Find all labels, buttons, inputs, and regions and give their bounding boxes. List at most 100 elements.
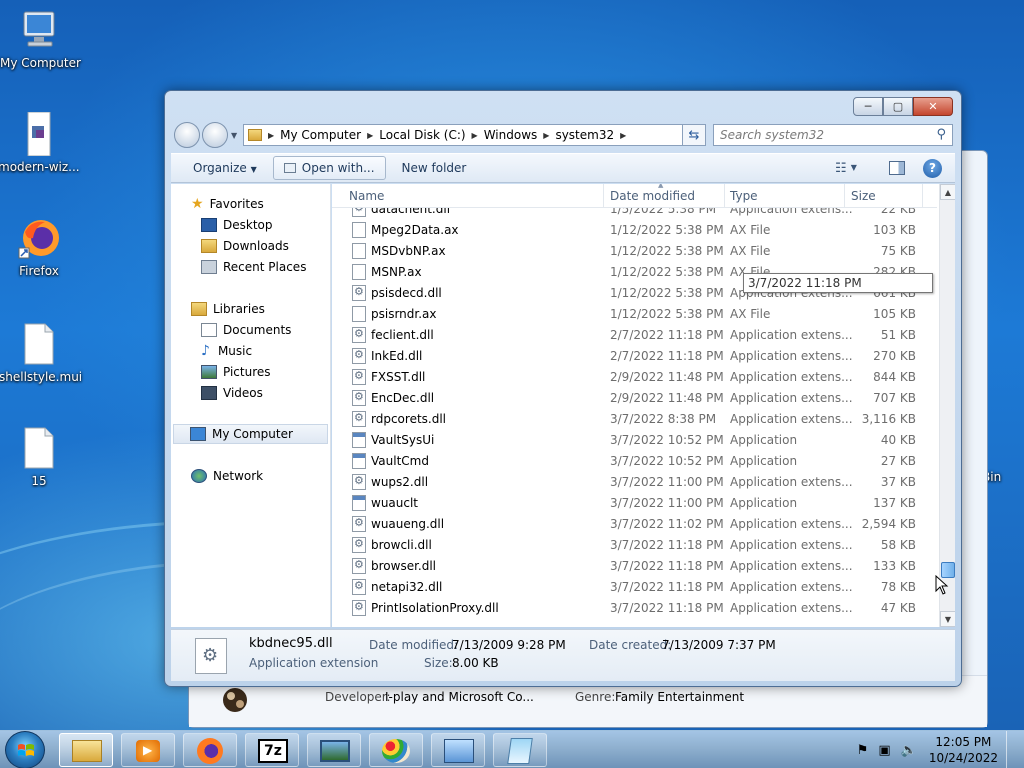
desktop-icon-shellstyle[interactable]: shellstyle.mui xyxy=(0,322,82,384)
command-bar: Organize ▼ Open with... New folder ☷ ▼ ? xyxy=(171,153,955,183)
photo-viewer-icon xyxy=(320,740,350,762)
table-row[interactable]: browcli.dll 3/7/2022 11:18 PM Application … xyxy=(332,535,937,556)
dll-file-icon xyxy=(352,516,366,532)
column-name[interactable]: Name xyxy=(349,189,384,203)
firefox-icon xyxy=(197,738,223,764)
table-row[interactable]: browser.dll 3/7/2022 11:18 PM Application … xyxy=(332,556,937,577)
taskbar-media-player-button[interactable]: ▶ xyxy=(121,733,175,767)
table-row[interactable]: wuaueng.dll 3/7/2022 11:02 PM Application … xyxy=(332,514,937,535)
table-row[interactable]: PrintIsolationProxy.dll 3/7/2022 11:18 PM… xyxy=(332,598,937,619)
file-date-modified: 1/12/2022 5:38 PM xyxy=(610,265,724,279)
taskbar-explorer-button[interactable] xyxy=(59,733,113,767)
recent-pages-chevron-icon[interactable]: ▼ xyxy=(231,131,237,140)
date-modified-label: Date modified: xyxy=(369,638,459,652)
close-button[interactable]: ✕ xyxy=(913,97,953,116)
table-row[interactable]: InkEd.dll 2/7/2022 11:18 PM Application ex… xyxy=(332,346,937,367)
nav-recent-places[interactable]: Recent Places xyxy=(201,257,306,277)
start-button[interactable] xyxy=(5,731,45,768)
nav-downloads[interactable]: Downloads xyxy=(201,236,289,256)
nav-videos[interactable]: Videos xyxy=(201,383,263,403)
taskbar-paint-button[interactable] xyxy=(369,733,423,767)
preview-pane-icon[interactable] xyxy=(889,161,905,175)
desktop-icon-15[interactable]: 15 xyxy=(0,426,79,488)
desktop-icon-my-computer[interactable]: My Computer xyxy=(0,8,81,70)
table-row[interactable]: VaultSysUi 3/7/2022 10:52 PM Application 40… xyxy=(332,430,937,451)
table-row[interactable]: EncDec.dll 2/9/2022 11:48 PM Application e… xyxy=(332,388,937,409)
desktop-icon-firefox[interactable]: Firefox xyxy=(0,216,79,278)
taskbar-7zip-button[interactable]: 7z xyxy=(245,733,299,767)
breadcrumb-local-disk[interactable]: Local Disk (C:) xyxy=(379,128,465,142)
open-with-button[interactable]: Open with... xyxy=(272,156,386,180)
search-input[interactable]: Search system32 ⚲ xyxy=(713,124,953,146)
help-icon[interactable]: ? xyxy=(923,159,942,178)
back-button[interactable] xyxy=(174,122,200,148)
table-row[interactable]: netapi32.dll 3/7/2022 11:18 PM Application… xyxy=(332,577,937,598)
nav-my-computer[interactable]: My Computer xyxy=(173,424,328,444)
nav-favorites[interactable]: ★ Favorites xyxy=(191,194,264,214)
desktop-icon-modern-wizard[interactable]: modern-wiz... xyxy=(0,111,80,174)
column-date-modified[interactable]: Date modified xyxy=(610,189,695,203)
action-center-flag-icon[interactable]: ⚑ xyxy=(857,743,869,758)
vertical-scrollbar[interactable]: ▲ ▼ xyxy=(939,184,955,627)
file-date-modified: 2/7/2022 11:18 PM xyxy=(610,349,724,363)
breadcrumb-my-computer[interactable]: My Computer xyxy=(280,128,361,142)
desktop-icon-label: Firefox xyxy=(19,264,59,278)
show-desktop-button[interactable] xyxy=(1006,731,1016,768)
file-list[interactable]: Name Date modified ▲ Type Size datacnent… xyxy=(332,184,955,627)
organize-button[interactable]: Organize ▼ xyxy=(183,157,267,179)
nav-libraries[interactable]: Libraries xyxy=(191,299,265,319)
search-icon[interactable]: ⚲ xyxy=(936,127,946,142)
scroll-up-button[interactable]: ▲ xyxy=(940,184,955,200)
maximize-button[interactable]: ▢ xyxy=(883,97,913,116)
volume-icon[interactable]: 🔈 xyxy=(901,743,917,758)
breadcrumb-chevron-icon[interactable]: ▶ xyxy=(543,131,549,140)
minimize-button[interactable]: ─ xyxy=(853,97,883,116)
file-name: rdpcorets.dll xyxy=(371,412,447,426)
scroll-down-button[interactable]: ▼ xyxy=(940,611,955,627)
clock[interactable]: 12:05 PM 10/24/2022 xyxy=(929,734,998,766)
file-name: MSNP.ax xyxy=(371,265,422,279)
developer-label: Developer: xyxy=(325,690,391,704)
explorer-window[interactable]: ─ ▢ ✕ ▼ ▶ My Computer ▶ Local Disk (C:) … xyxy=(164,90,962,687)
breadcrumb-chevron-icon[interactable]: ▶ xyxy=(367,131,373,140)
column-size[interactable]: Size xyxy=(851,189,876,203)
table-row[interactable]: wups2.dll 3/7/2022 11:00 PM Application ex… xyxy=(332,472,937,493)
date-created-value: 7/13/2009 7:37 PM xyxy=(662,638,776,652)
refresh-button[interactable]: ⇆ xyxy=(682,124,706,146)
address-bar[interactable]: ▶ My Computer ▶ Local Disk (C:) ▶ Window… xyxy=(243,124,706,146)
file-type: Application extens... xyxy=(730,328,853,342)
nav-pictures[interactable]: Pictures xyxy=(201,362,271,382)
breadcrumb-chevron-icon[interactable]: ▶ xyxy=(620,131,626,140)
pictures-icon xyxy=(201,365,217,379)
table-row[interactable]: wuauclt 3/7/2022 11:00 PM Application 137 K… xyxy=(332,493,937,514)
taskbar-photo-viewer-button[interactable] xyxy=(307,733,361,767)
column-type[interactable]: Type xyxy=(730,189,758,203)
nav-network[interactable]: Network xyxy=(191,466,263,486)
taskbar-firefox-button[interactable] xyxy=(183,733,237,767)
table-row[interactable]: VaultCmd 3/7/2022 10:52 PM Application 27 K… xyxy=(332,451,937,472)
nav-documents[interactable]: Documents xyxy=(201,320,291,340)
view-options-icon[interactable]: ☷ ▼ xyxy=(835,161,857,176)
table-row[interactable]: Mpeg2Data.ax 1/12/2022 5:38 PM AX File 103 … xyxy=(332,220,937,241)
nav-music[interactable]: ♪ Music xyxy=(201,341,252,361)
taskbar-notepad-button[interactable] xyxy=(493,733,547,767)
breadcrumb-system32[interactable]: system32 xyxy=(555,128,614,142)
forward-button[interactable] xyxy=(202,122,228,148)
new-folder-button[interactable]: New folder xyxy=(392,157,477,179)
taskbar-control-panel-button[interactable] xyxy=(431,733,485,767)
file-date-modified: 2/9/2022 11:48 PM xyxy=(610,370,724,384)
date-modified-value: 7/13/2009 9:28 PM xyxy=(452,638,566,652)
table-row[interactable]: rdpcorets.dll 3/7/2022 8:38 PM Application… xyxy=(332,409,937,430)
breadcrumb-chevron-icon[interactable]: ▶ xyxy=(268,131,274,140)
nav-desktop[interactable]: Desktop xyxy=(201,215,273,235)
table-row[interactable]: MSDvbNP.ax 1/12/2022 5:38 PM AX File 75 KB xyxy=(332,241,937,262)
file-date-modified: 1/12/2022 5:38 PM xyxy=(610,307,724,321)
file-name: VaultSysUi xyxy=(371,433,435,447)
table-row[interactable]: psisrndr.ax 1/12/2022 5:38 PM AX File 105 K… xyxy=(332,304,937,325)
breadcrumb-chevron-icon[interactable]: ▶ xyxy=(472,131,478,140)
desktop-icon-recycle-bin[interactable]: Bin xyxy=(982,470,1022,484)
table-row[interactable]: feclient.dll 2/7/2022 11:18 PM Application… xyxy=(332,325,937,346)
network-icon[interactable]: ▣ xyxy=(878,743,890,758)
table-row[interactable]: FXSST.dll 2/9/2022 11:48 PM Application ex… xyxy=(332,367,937,388)
breadcrumb-windows[interactable]: Windows xyxy=(484,128,538,142)
